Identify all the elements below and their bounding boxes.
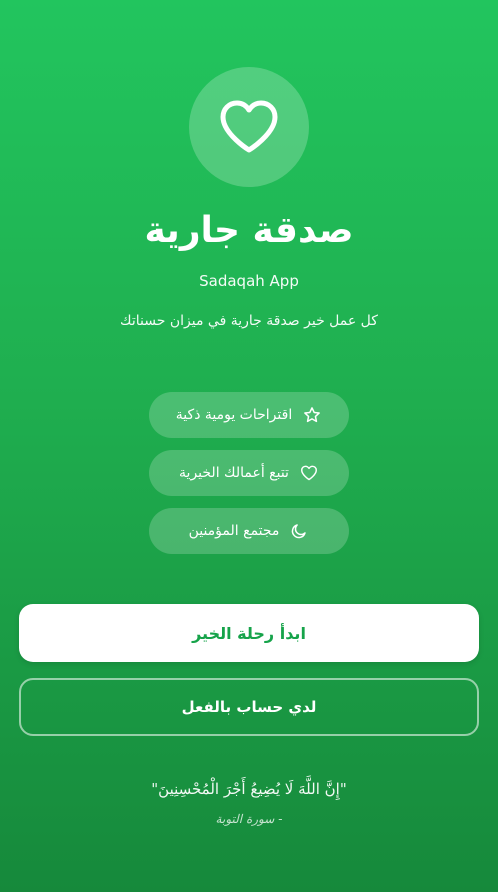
feature-label: مجتمع المؤمنين [188, 523, 280, 539]
feature-pill-suggestions: اقتراحات يومية ذكية [149, 392, 349, 438]
app-tagline: كل عمل خير صدقة جارية في ميزان حسناتك [120, 313, 378, 329]
login-button[interactable]: لدي حساب بالفعل [19, 678, 479, 736]
start-journey-button[interactable]: ابدأ رحلة الخير [19, 604, 479, 662]
app-title: صدقة جارية [144, 210, 354, 251]
feature-label: اقتراحات يومية ذكية [175, 407, 293, 423]
welcome-screen: صدقة جارية Sadaqah App كل عمل خير صدقة ج… [0, 0, 498, 892]
verse-source: - سورة التوبة [215, 812, 283, 826]
star-icon [302, 405, 322, 425]
app-subtitle: Sadaqah App [199, 272, 299, 290]
feature-label: تتبع أعمالك الخيرية [179, 465, 289, 481]
feature-pill-tracking: تتبع أعمالك الخيرية [149, 450, 349, 496]
quran-verse: "إِنَّ اللَّهَ لَا يُضِيعُ أَجْرَ الْمُح… [151, 780, 347, 798]
heart-icon [219, 100, 279, 154]
logo-badge [189, 67, 309, 187]
heart-icon [299, 463, 319, 483]
feature-pill-community: مجتمع المؤمنين [149, 508, 349, 554]
moon-icon [289, 521, 309, 541]
